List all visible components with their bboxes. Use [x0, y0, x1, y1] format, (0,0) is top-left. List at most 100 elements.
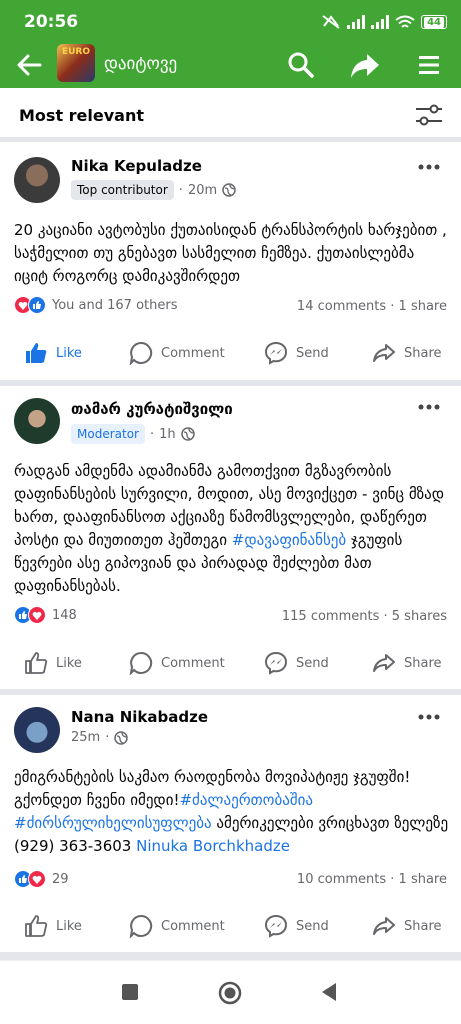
like-thumb-icon: [26, 343, 47, 363]
post-2: თამარ კურატიშვილი Moderator · 1h რადგან …: [0, 386, 461, 689]
comment-button[interactable]: Comment: [129, 333, 225, 373]
hashtag-link[interactable]: #ძირსრულიხელისუფლება: [14, 814, 212, 832]
send-button[interactable]: Send: [264, 333, 329, 373]
comment-icon: [129, 651, 153, 675]
author-name[interactable]: თამარ კურატიშვილი: [71, 400, 233, 418]
sort-label[interactable]: Most relevant: [19, 106, 144, 125]
comment-button[interactable]: Comment: [129, 906, 225, 946]
dot-separator: ·: [149, 426, 155, 442]
share-icon[interactable]: [349, 49, 381, 81]
mention-link[interactable]: Ninuka Borchkhadze: [136, 837, 290, 855]
group-thumbnail[interactable]: EURO: [57, 44, 95, 82]
home-circle-icon[interactable]: [218, 981, 242, 1005]
send-button[interactable]: Send: [264, 906, 329, 946]
hashtag-link[interactable]: #დავაფინანსებ: [232, 531, 346, 549]
moderator-badge: Moderator: [71, 424, 145, 444]
post-1: Nika Kepuladze Top contributor · 20m 20 …: [0, 142, 461, 380]
author-name[interactable]: Nika Kepuladze: [71, 157, 202, 175]
post-time[interactable]: 20m: [188, 183, 217, 198]
signal-icon: [347, 15, 366, 29]
globe-icon: [180, 427, 195, 441]
reactions-summary[interactable]: 148: [14, 606, 77, 624]
comments-count[interactable]: 14 comments: [297, 299, 386, 314]
reactions-text: 29: [52, 871, 69, 887]
share-button[interactable]: Share: [372, 643, 442, 683]
post-meta: Moderator · 1h: [71, 424, 195, 444]
engagement-counts[interactable]: 10 comments · 1 share: [297, 872, 447, 887]
reactions-text: You and 167 others: [52, 297, 178, 313]
love-reaction-icon: [28, 870, 46, 888]
action-bar: Like Comment Send Share: [0, 643, 461, 683]
comment-button[interactable]: Comment: [129, 643, 225, 683]
post-text: ემიგრანტების საკმაო რაოდენობა მოვიპატიჟე…: [14, 768, 449, 855]
like-button[interactable]: Like: [24, 906, 82, 946]
status-bar: 20:56 44: [0, 0, 461, 44]
love-reaction-icon: [28, 606, 46, 624]
post-time[interactable]: 25m: [71, 730, 100, 745]
reactions-summary[interactable]: You and 167 others: [14, 296, 177, 314]
comments-count[interactable]: 10 comments: [297, 872, 386, 887]
more-options-icon[interactable]: [417, 162, 441, 172]
comment-icon: [129, 341, 153, 365]
menu-icon[interactable]: [413, 49, 445, 81]
shares-count[interactable]: 5 shares: [392, 609, 447, 624]
signal-icon: [371, 15, 390, 29]
filter-sliders-icon[interactable]: [414, 102, 444, 128]
globe-icon: [114, 730, 129, 745]
like-reaction-icon: [28, 296, 46, 314]
post-text: 20 კაციანი ავტობუსი ქუთაისიდან ტრანსპორტ…: [14, 221, 447, 285]
more-options-icon[interactable]: [417, 712, 441, 722]
wifi-icon: [395, 15, 415, 28]
battery-icon: 44: [421, 15, 447, 29]
engagement-counts[interactable]: 14 comments · 1 share: [297, 299, 447, 314]
shares-count[interactable]: 1 share: [399, 299, 447, 314]
comments-count[interactable]: 115 comments: [282, 609, 379, 624]
comment-icon: [129, 914, 153, 938]
post-3: Nana Nikabadze 25m · ემიგრანტების საკმაო…: [0, 695, 461, 952]
back-arrow-icon[interactable]: [14, 50, 44, 80]
post-time[interactable]: 1h: [159, 427, 176, 442]
messenger-icon: [264, 341, 288, 365]
share-arrow-icon: [373, 344, 395, 362]
system-nav-bar: [0, 960, 461, 1024]
share-button[interactable]: Share: [372, 333, 442, 373]
shares-count[interactable]: 1 share: [399, 872, 447, 887]
recents-square-icon[interactable]: [121, 983, 139, 1001]
reactions-summary[interactable]: 29: [14, 870, 69, 888]
status-time: 20:56: [24, 12, 79, 32]
group-title[interactable]: დაიტოვე: [104, 54, 177, 74]
like-button[interactable]: Like: [24, 643, 82, 683]
more-options-icon[interactable]: [417, 402, 441, 412]
post-meta: Top contributor · 20m: [71, 180, 236, 200]
data-off-icon: [322, 15, 340, 29]
dot-separator: ·: [178, 182, 183, 198]
post-meta: 25m ·: [71, 730, 129, 745]
search-icon[interactable]: [285, 49, 317, 81]
app-bar: EURO დაიტოვე: [0, 44, 461, 88]
action-bar: Like Comment Send Share: [0, 906, 461, 946]
hashtag-link[interactable]: #ძალაერთობაშია: [179, 791, 313, 809]
share-button[interactable]: Share: [372, 906, 442, 946]
avatar[interactable]: [14, 398, 60, 444]
post-text: რადგან ამდენმა ადამიანმა გამოთქვით მგზავ…: [14, 462, 445, 595]
send-button[interactable]: Send: [264, 643, 329, 683]
post-separator: [0, 952, 461, 960]
avatar[interactable]: [14, 157, 60, 203]
avatar[interactable]: [14, 707, 60, 753]
share-arrow-icon: [373, 654, 395, 672]
contributor-badge: Top contributor: [71, 180, 174, 200]
like-button[interactable]: Like: [24, 333, 82, 373]
dot-separator: ·: [105, 730, 110, 745]
group-thumbnail-text: EURO: [61, 47, 91, 57]
action-bar: Like Comment Send Share: [0, 333, 461, 373]
like-thumb-icon: [25, 915, 48, 937]
engagement-counts[interactable]: 115 comments · 5 shares: [282, 609, 447, 624]
share-arrow-icon: [373, 917, 395, 935]
sort-bar: Most relevant: [0, 88, 461, 142]
status-icons: 44: [321, 12, 447, 32]
globe-icon: [222, 183, 236, 197]
messenger-icon: [264, 651, 288, 675]
author-name[interactable]: Nana Nikabadze: [71, 708, 208, 726]
like-thumb-icon: [25, 652, 48, 674]
back-triangle-icon[interactable]: [320, 982, 338, 1002]
